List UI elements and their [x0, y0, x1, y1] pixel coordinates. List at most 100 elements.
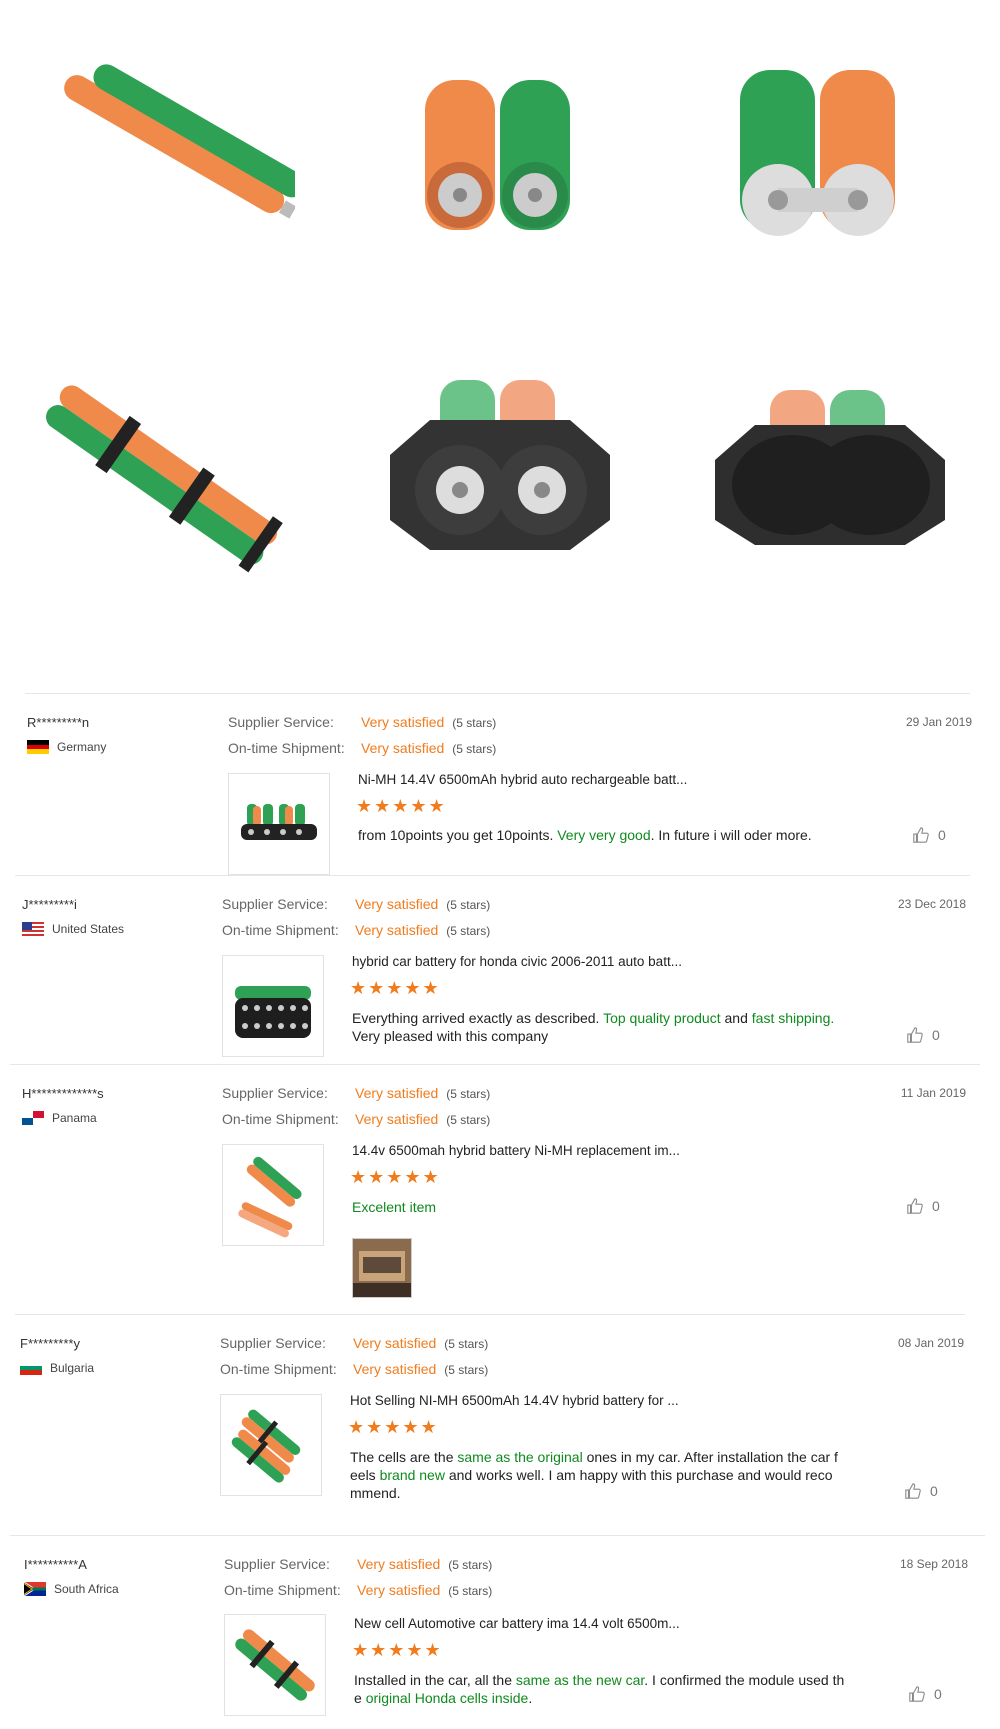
shipment-label: On-time Shipment:: [222, 1111, 339, 1127]
review-date: 29 Jan 2019: [905, 715, 972, 729]
stars-count: (5 stars): [446, 1113, 491, 1127]
comment-highlight: Top quality product: [603, 1010, 721, 1026]
shipment-label: On-time Shipment:: [222, 922, 339, 938]
review-ratings: Supplier Service: Very satisfied (5 stars)…: [228, 710, 496, 762]
review-date: 08 Jan 2019: [897, 1336, 964, 1350]
product-title[interactable]: Hot Selling NI-MH 6500mAh 14.4V hybrid b…: [350, 1393, 679, 1408]
review-photo-attachment[interactable]: [352, 1238, 412, 1298]
review-comment: Excelent item: [352, 1199, 437, 1215]
stars-count: (5 stars): [444, 1363, 489, 1377]
supplier-service-value: Very satisfied: [357, 1556, 441, 1572]
review-date: 18 Sep 2018: [899, 1557, 968, 1571]
comment-text: . In future i will oder more.: [650, 827, 812, 843]
comment-text: from 10points you get 10points.: [358, 827, 558, 843]
battery-holder-back-photo[interactable]: [700, 360, 960, 580]
shipment-label: On-time Shipment:: [220, 1361, 337, 1377]
divider: [10, 1064, 980, 1065]
like-button[interactable]: 0: [906, 1197, 940, 1215]
stars-count: (5 stars): [446, 1087, 491, 1101]
review-comment: The cells are the same as the original o…: [350, 1448, 870, 1502]
product-thumbnail[interactable]: [220, 1394, 322, 1496]
comment-highlight: brand new: [379, 1467, 445, 1483]
product-thumbnail[interactable]: [222, 1144, 324, 1246]
thumbs-up-icon: [907, 1027, 923, 1043]
country-label: South Africa: [54, 1582, 119, 1596]
shipment-value: Very satisfied: [361, 740, 445, 756]
reviewer-name: H*************s: [22, 1086, 104, 1101]
stars-count: (5 stars): [444, 1337, 489, 1351]
thumbs-up-icon: [913, 827, 929, 843]
comment-text: eels: [350, 1467, 380, 1483]
country-label: Germany: [57, 740, 107, 754]
review-ratings: Supplier Service: Very satisfied (5 stars)…: [222, 892, 490, 944]
reviewer-country: United States: [22, 922, 124, 936]
comment-text: .: [528, 1690, 533, 1706]
comment-highlight: fast shipping: [751, 1010, 831, 1026]
supplier-service-value: Very satisfied: [355, 896, 439, 912]
battery-end-terminals-photo[interactable]: [370, 60, 630, 280]
stars-count: (5 stars): [448, 1558, 493, 1572]
shipment-value: Very satisfied: [357, 1582, 441, 1598]
comment-highlight: .: [830, 1010, 835, 1026]
comment-text: Very pleased with this company: [352, 1028, 549, 1044]
supplier-service-label: Supplier Service:: [220, 1335, 326, 1351]
reviewer-country: Bulgaria: [20, 1361, 94, 1375]
battery-holder-front-photo[interactable]: [370, 360, 630, 580]
thumbs-up-icon: [907, 1198, 923, 1214]
rating-stars: ★★★★★: [350, 978, 441, 998]
country-label: United States: [52, 922, 125, 936]
rating-stars: ★★★★★: [352, 1640, 443, 1660]
shipment-label: On-time Shipment:: [228, 740, 345, 756]
reviewer-country: Panama: [22, 1111, 97, 1125]
reviewer-country: South Africa: [24, 1582, 119, 1596]
review-ratings: Supplier Service: Very satisfied (5 stars)…: [224, 1552, 492, 1604]
comment-highlight: same as the original: [457, 1449, 583, 1465]
like-count: 0: [932, 1027, 940, 1043]
product-title[interactable]: Ni-MH 14.4V 6500mAh hybrid auto recharge…: [358, 772, 687, 787]
bulgaria-flag-icon: [20, 1361, 42, 1375]
product-title[interactable]: 14.4v 6500mah hybrid battery Ni-MH repla…: [352, 1143, 680, 1158]
comment-highlight: original Honda cells inside: [365, 1690, 529, 1706]
divider: [10, 1535, 985, 1536]
country-label: Bulgaria: [50, 1361, 95, 1375]
product-title[interactable]: New cell Automotive car battery ima 14.4…: [354, 1616, 680, 1631]
supplier-service-label: Supplier Service:: [224, 1556, 330, 1572]
like-button[interactable]: 0: [906, 1026, 940, 1044]
reviewer-name: F*********y: [20, 1336, 80, 1351]
reviewer-name: I**********A: [24, 1557, 87, 1572]
divider: [15, 1314, 965, 1315]
product-thumbnail[interactable]: [228, 773, 330, 875]
shipment-value: Very satisfied: [355, 1111, 439, 1127]
stars-count: (5 stars): [448, 1584, 493, 1598]
supplier-service-value: Very satisfied: [355, 1085, 439, 1101]
like-button[interactable]: 0: [904, 1482, 938, 1500]
comment-highlight: same as the new car: [515, 1672, 645, 1688]
comment-text: and works well. I am happy with this pur…: [444, 1467, 833, 1483]
panama-flag-icon: [22, 1111, 44, 1125]
battery-sticks-clips-photo[interactable]: [35, 360, 295, 580]
shipment-label: On-time Shipment:: [224, 1582, 341, 1598]
product-thumbnail[interactable]: [222, 955, 324, 1057]
south-africa-flag-icon: [24, 1582, 46, 1596]
review-comment: Everything arrived exactly as described.…: [352, 1009, 872, 1045]
stars-count: (5 stars): [452, 716, 497, 730]
supplier-service-value: Very satisfied: [361, 714, 445, 730]
thumbs-up-icon: [905, 1483, 921, 1499]
comment-text: Everything arrived exactly as described.: [352, 1010, 604, 1026]
shipment-value: Very satisfied: [353, 1361, 437, 1377]
product-thumbnail[interactable]: [224, 1614, 326, 1716]
like-count: 0: [932, 1198, 940, 1214]
like-count: 0: [930, 1483, 938, 1499]
review-comment: from 10points you get 10points. Very ver…: [358, 826, 878, 844]
battery-end-connector-photo[interactable]: [690, 60, 950, 280]
divider: [25, 693, 970, 694]
like-button[interactable]: 0: [908, 1685, 942, 1703]
like-count: 0: [938, 827, 946, 843]
stars-count: (5 stars): [452, 742, 497, 756]
like-button[interactable]: 0: [912, 826, 946, 844]
supplier-service-label: Supplier Service:: [222, 1085, 328, 1101]
battery-sticks-diagonal-photo[interactable]: [35, 60, 295, 280]
comment-highlight: Very very good: [557, 827, 651, 843]
comment-text: ones in my car. After installation the c…: [582, 1449, 838, 1465]
product-title[interactable]: hybrid car battery for honda civic 2006-…: [352, 954, 682, 969]
